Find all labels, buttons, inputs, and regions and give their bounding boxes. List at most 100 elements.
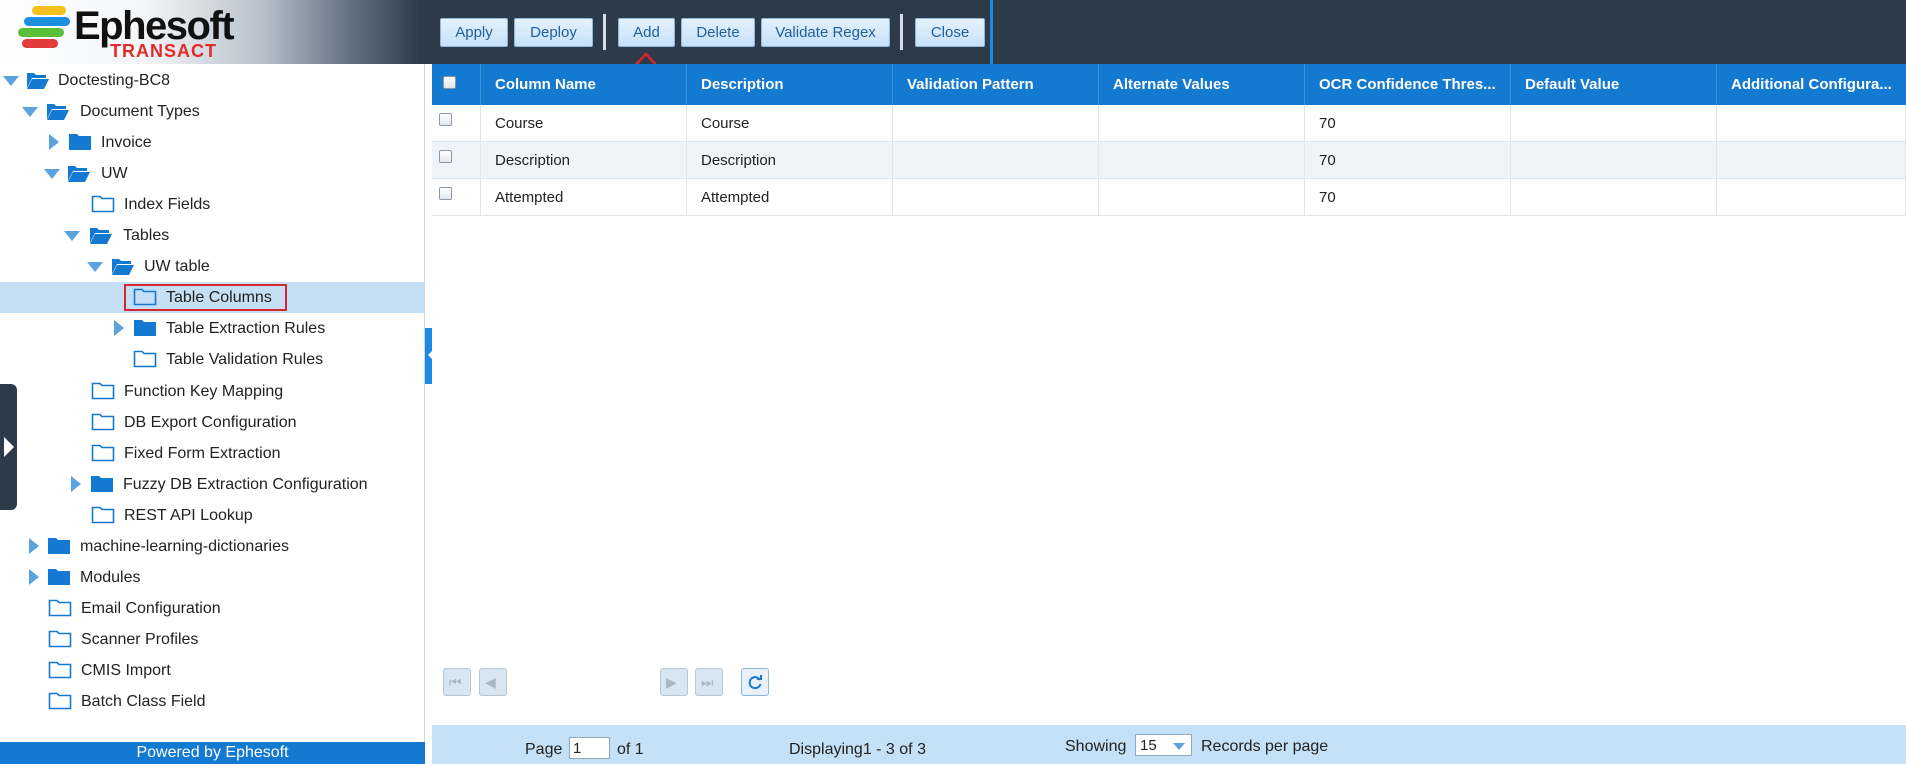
tree-item-db-export-configuration[interactable]: DB Export Configuration (0, 407, 424, 438)
cell-ocr-confidence[interactable]: 70 (1305, 179, 1511, 216)
add-button[interactable]: Add (618, 18, 675, 47)
column-header-description[interactable]: Description (687, 64, 893, 105)
folder-outline-icon (48, 692, 72, 710)
tree-item-tables[interactable]: Tables (0, 220, 424, 251)
tree-item-table-columns[interactable]: Table Columns (0, 282, 424, 313)
chevron-right-icon[interactable] (114, 320, 124, 336)
refresh-button[interactable] (741, 668, 769, 696)
tree-item-fixed-form-extraction[interactable]: Fixed Form Extraction (0, 438, 424, 469)
tree-item-fuzzy-db-extraction-configuration[interactable]: Fuzzy DB Extraction Configuration (0, 469, 424, 500)
tree-item-label: Index Fields (124, 196, 211, 213)
cell-additional-configuration[interactable] (1717, 179, 1906, 216)
cell-validation-pattern[interactable] (893, 105, 1099, 142)
tree-item-doctesting-bc8[interactable]: Doctesting-BC8 (0, 65, 424, 96)
column-header-validation-pattern[interactable]: Validation Pattern (893, 64, 1099, 105)
folder-outline-icon (48, 599, 72, 617)
cell-alternate-values[interactable] (1099, 105, 1305, 142)
select-all-checkbox[interactable] (443, 76, 456, 89)
folder-outline-icon (91, 444, 115, 462)
expand-panel-handle[interactable] (0, 384, 17, 510)
chevron-down-icon (1173, 743, 1185, 750)
chevron-right-icon[interactable] (71, 476, 81, 492)
cell-column-name[interactable]: Attempted (481, 179, 687, 216)
page-number-input[interactable] (569, 737, 610, 759)
tree-item-rest-api-lookup[interactable]: REST API Lookup (0, 500, 424, 531)
delete-button[interactable]: Delete (681, 18, 755, 47)
cell-description[interactable]: Description (687, 142, 893, 179)
tree-item-table-validation-rules[interactable]: Table Validation Rules (0, 344, 424, 375)
cell-default-value[interactable] (1511, 179, 1717, 216)
last-page-button[interactable]: ⏭ (695, 668, 723, 696)
folder-open-icon (68, 166, 90, 182)
logo-subtitle: TRANSACT (110, 41, 217, 61)
chevron-down-icon[interactable] (87, 262, 103, 272)
tree-item-uw-table[interactable]: UW table (0, 251, 424, 282)
table-row[interactable]: Attempted Attempted 70 (432, 179, 1906, 216)
folder-outline-icon (91, 382, 115, 400)
column-header-alternate-values[interactable]: Alternate Values (1099, 64, 1305, 105)
tree-item-function-key-mapping[interactable]: Function Key Mapping (0, 376, 424, 407)
tree-item-email-configuration[interactable]: Email Configuration (0, 593, 424, 624)
tree-item-machine-learning-dictionaries[interactable]: machine-learning-dictionaries (0, 531, 424, 562)
tree-item-document-types[interactable]: Document Types (0, 96, 424, 127)
page-size-select[interactable]: 15 (1135, 734, 1192, 756)
cell-ocr-confidence[interactable]: 70 (1305, 142, 1511, 179)
toolbar-separator (603, 14, 606, 50)
close-button[interactable]: Close (915, 18, 985, 47)
folder-closed-icon (134, 320, 156, 336)
prev-page-icon: ◀ (485, 674, 496, 690)
tree-item-cmis-import[interactable]: CMIS Import (0, 655, 424, 686)
validate-regex-button[interactable]: Validate Regex (761, 18, 890, 47)
tree-item-uw[interactable]: UW (0, 158, 424, 189)
cell-column-name[interactable]: Course (481, 105, 687, 142)
cell-validation-pattern[interactable] (893, 142, 1099, 179)
tree-item-scanner-profiles[interactable]: Scanner Profiles (0, 624, 424, 655)
chevron-right-icon[interactable] (29, 538, 39, 554)
folder-outline-icon (48, 630, 72, 648)
page-label: Page (525, 741, 563, 758)
folder-outline-icon (91, 195, 115, 213)
table-row[interactable]: Description Description 70 (432, 142, 1906, 179)
cell-additional-configuration[interactable] (1717, 142, 1906, 179)
cell-default-value[interactable] (1511, 142, 1717, 179)
column-header-additional-configuration[interactable]: Additional Configura... (1717, 64, 1906, 105)
cell-additional-configuration[interactable] (1717, 105, 1906, 142)
deploy-button[interactable]: Deploy (514, 18, 593, 47)
grid-header-row: Column Name Description Validation Patte… (432, 64, 1906, 105)
chevron-down-icon[interactable] (44, 169, 60, 179)
apply-button[interactable]: Apply (440, 18, 508, 47)
tree-item-index-fields[interactable]: Index Fields (0, 189, 424, 220)
cell-validation-pattern[interactable] (893, 179, 1099, 216)
tree-item-modules[interactable]: Modules (0, 562, 424, 593)
row-checkbox[interactable] (439, 187, 452, 200)
tree-item-table-extraction-rules[interactable]: Table Extraction Rules (0, 313, 424, 344)
chevron-right-icon[interactable] (49, 134, 59, 150)
tree-item-invoice[interactable]: Invoice (0, 127, 424, 158)
powered-by-footer: Powered by Ephesoft (0, 742, 425, 764)
table-row[interactable]: Course Course 70 (432, 105, 1906, 142)
column-header-column-name[interactable]: Column Name (481, 64, 687, 105)
cell-default-value[interactable] (1511, 105, 1717, 142)
cell-alternate-values[interactable] (1099, 142, 1305, 179)
chevron-down-icon[interactable] (22, 107, 38, 117)
row-checkbox[interactable] (439, 113, 452, 126)
chevron-down-icon[interactable] (64, 231, 80, 241)
column-header-ocr-confidence[interactable]: OCR Confidence Thres... (1305, 64, 1511, 105)
chevron-down-icon[interactable] (3, 76, 19, 86)
row-checkbox[interactable] (439, 150, 452, 163)
cell-column-name[interactable]: Description (481, 142, 687, 179)
prev-page-button[interactable]: ◀ (479, 668, 507, 696)
folder-outline-icon (48, 661, 72, 679)
tree-item-batch-class-field[interactable]: Batch Class Field (0, 686, 424, 717)
cell-description[interactable]: Course (687, 105, 893, 142)
cell-ocr-confidence[interactable]: 70 (1305, 105, 1511, 142)
first-page-button[interactable]: ⏮ (443, 668, 471, 696)
folder-open-icon (90, 228, 112, 244)
column-header-default-value[interactable]: Default Value (1511, 64, 1717, 105)
cell-alternate-values[interactable] (1099, 179, 1305, 216)
next-page-button[interactable]: ▶ (660, 668, 688, 696)
folder-outline-icon (133, 350, 157, 368)
chevron-right-icon[interactable] (29, 569, 39, 585)
cell-description[interactable]: Attempted (687, 179, 893, 216)
tree-item-label: Doctesting-BC8 (58, 72, 171, 89)
